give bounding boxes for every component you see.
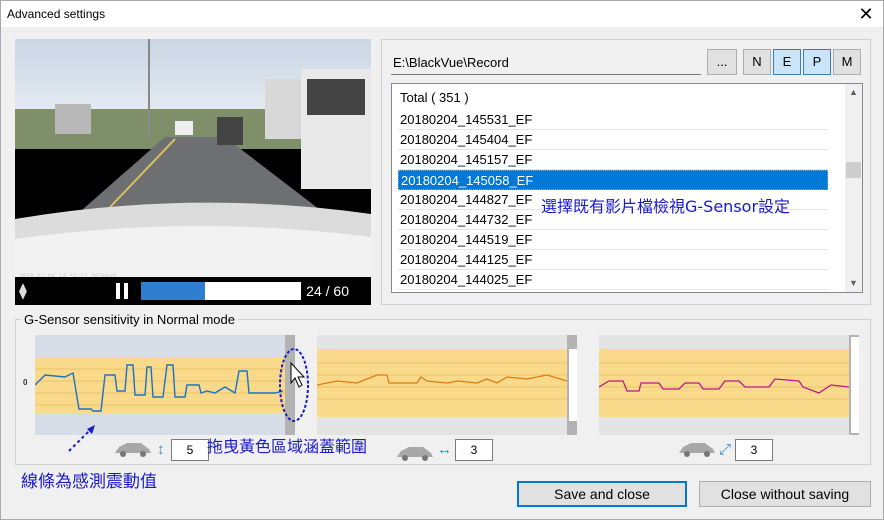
seek-bar[interactable] bbox=[141, 282, 301, 300]
vertical-arrow-icon: ↕ bbox=[157, 441, 165, 458]
playback-bar: ⧫ 24 / 60 bbox=[15, 277, 371, 305]
horizontal-arrow-icon: ↔ bbox=[437, 441, 452, 458]
brand-logo-icon: ⧫ bbox=[19, 283, 27, 300]
annotation-select-file: 選擇既有影片檔檢視G-Sensor設定 bbox=[541, 197, 791, 216]
list-item-selected[interactable]: 20180204_145058_EF bbox=[398, 170, 828, 190]
car-x-icon bbox=[115, 443, 151, 457]
graph-z-svg bbox=[599, 335, 859, 435]
close-icon[interactable]: ✕ bbox=[849, 1, 883, 27]
car-y-icon bbox=[397, 447, 433, 461]
scroll-down-icon[interactable]: ▼ bbox=[845, 275, 862, 292]
zero-label: 0 bbox=[23, 378, 28, 387]
diagonal-arrow-icon: ⤢ bbox=[719, 441, 732, 458]
list-item[interactable]: 20180204_145157_EF bbox=[398, 150, 828, 170]
sensitivity-z-input[interactable]: 3 bbox=[735, 439, 773, 461]
pause-icon[interactable] bbox=[115, 283, 129, 299]
window-title: Advanced settings bbox=[7, 7, 106, 21]
graph-x-svg bbox=[35, 335, 295, 435]
annotation-arrow bbox=[68, 425, 95, 452]
file-list[interactable]: Total ( 351 ) 20180204_145531_EF 2018020… bbox=[391, 83, 863, 293]
list-item[interactable]: 20180204_144025_EF bbox=[398, 270, 828, 290]
save-and-close-button[interactable]: Save and close bbox=[517, 481, 687, 507]
filter-manual-button[interactable]: M bbox=[833, 49, 861, 75]
scroll-up-icon[interactable]: ▲ bbox=[845, 84, 862, 101]
list-scrollbar[interactable]: ▲ ▼ bbox=[845, 84, 862, 292]
video-preview[interactable]: 2018-02-04 14:51:23 103km/h ⧫ 24 / 60 bbox=[15, 39, 371, 305]
frame-counter: 24 / 60 bbox=[306, 283, 349, 299]
list-item[interactable]: 20180204_144519_EF bbox=[398, 230, 828, 250]
filter-parking-button[interactable]: P bbox=[803, 49, 831, 75]
scroll-thumb[interactable] bbox=[846, 162, 861, 178]
sensitivity-x-input[interactable]: 5 bbox=[171, 439, 209, 461]
graph-y-axis[interactable] bbox=[317, 335, 577, 435]
annotation-drag-yellow: 拖曳黃色區域涵蓋範圍 bbox=[207, 437, 368, 456]
title-bar: Advanced settings ✕ bbox=[1, 1, 883, 27]
annotation-line-meaning: 線條為感測震動值 bbox=[21, 472, 157, 492]
list-item[interactable]: 20180204_145531_EF bbox=[398, 110, 828, 130]
filter-normal-button[interactable]: N bbox=[743, 49, 771, 75]
browse-button[interactable]: ... bbox=[707, 49, 737, 75]
graph-y-svg bbox=[317, 335, 577, 435]
car-z-icon bbox=[679, 443, 715, 457]
list-header: Total ( 351 ) bbox=[400, 90, 469, 105]
close-without-saving-button[interactable]: Close without saving bbox=[699, 481, 871, 507]
graph-z-axis[interactable] bbox=[599, 335, 859, 435]
dashcam-frame bbox=[15, 39, 371, 279]
list-item[interactable]: 20180204_145404_EF bbox=[398, 130, 828, 150]
filter-event-button[interactable]: E bbox=[773, 49, 801, 75]
advanced-settings-window: Advanced settings ✕ 2018-02-04 14:51:2 bbox=[0, 0, 884, 520]
sensitivity-y-input[interactable]: 3 bbox=[455, 439, 493, 461]
list-item[interactable]: 20180204_144125_EF bbox=[398, 250, 828, 270]
graph-x-axis[interactable]: 0 bbox=[23, 335, 295, 435]
path-field[interactable]: E:\BlackVue\Record bbox=[391, 49, 701, 75]
seek-progress bbox=[141, 282, 205, 300]
gsensor-group-label: G-Sensor sensitivity in Normal mode bbox=[21, 312, 238, 327]
annotation-ellipse bbox=[279, 348, 309, 422]
